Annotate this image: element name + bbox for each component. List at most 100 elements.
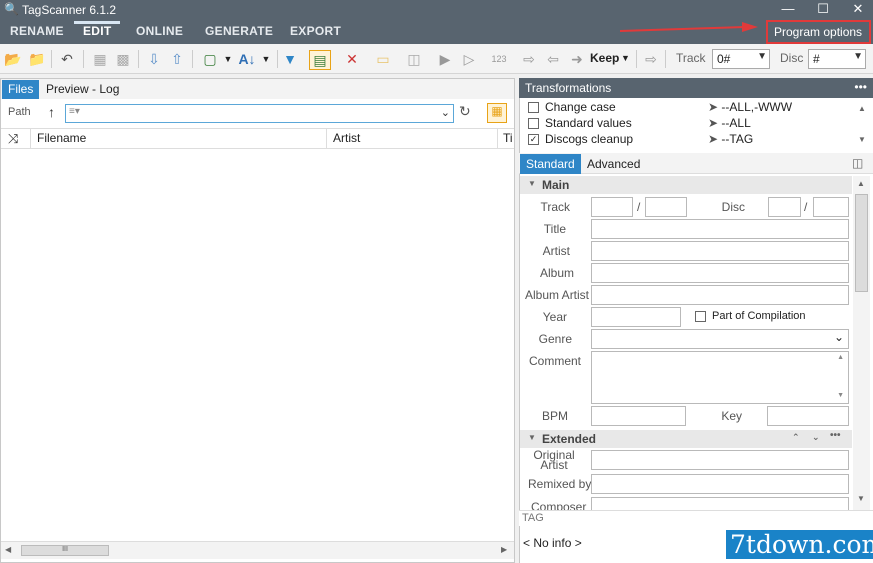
tab-generate[interactable]: GENERATE bbox=[205, 24, 273, 38]
album-input[interactable] bbox=[591, 263, 849, 283]
year-label: Year bbox=[542, 310, 567, 324]
export-icon[interactable]: ⇦ bbox=[544, 50, 562, 68]
file-list-panel bbox=[0, 78, 515, 563]
genre-select[interactable]: ⌄ bbox=[591, 329, 849, 349]
track-input[interactable] bbox=[591, 197, 633, 217]
title-input[interactable] bbox=[591, 219, 849, 239]
play-next-icon[interactable]: ▷ bbox=[460, 50, 478, 68]
comment-input[interactable]: ▲ ▼ bbox=[591, 351, 849, 404]
vertical-scrollbar[interactable]: ▲ ▼ bbox=[853, 176, 870, 510]
select-dropdown-icon[interactable]: ▼ bbox=[219, 50, 237, 68]
album-artist-input[interactable] bbox=[591, 285, 849, 305]
move-up-icon[interactable]: ⇧ bbox=[168, 50, 186, 68]
transformation-item[interactable]: ✓ Discogs cleanup bbox=[528, 132, 633, 148]
image-icon[interactable]: ▤ bbox=[309, 50, 331, 70]
keep-dropdown-icon[interactable]: ▼ bbox=[621, 53, 630, 63]
watermark-text: 7tdown.com bbox=[726, 530, 873, 559]
add-folder-icon[interactable]: 📁 bbox=[28, 50, 46, 68]
minimize-icon[interactable]: — bbox=[773, 1, 803, 16]
tab-advanced[interactable]: Advanced bbox=[581, 154, 646, 174]
window-title: TagScanner 6.1.2 bbox=[22, 3, 117, 17]
tab-edit[interactable]: EDIT bbox=[83, 24, 112, 38]
disc-total-input[interactable] bbox=[813, 197, 849, 217]
layout-icon[interactable]: ◫ bbox=[852, 156, 863, 170]
more-icon[interactable]: ••• bbox=[854, 80, 867, 94]
fill-icon[interactable]: ⇨ bbox=[642, 50, 660, 68]
checkbox[interactable] bbox=[528, 102, 539, 114]
scroll-left-icon[interactable]: ◀ bbox=[5, 545, 11, 554]
play-icon[interactable]: ▶ bbox=[436, 50, 454, 68]
sort-dropdown-icon[interactable]: ▼ bbox=[257, 50, 275, 68]
checkbox[interactable] bbox=[528, 118, 539, 130]
app-icon: 🔍 bbox=[4, 2, 19, 16]
select-icon[interactable]: ▢ bbox=[201, 50, 219, 68]
scroll-down-icon[interactable]: ▼ bbox=[837, 392, 844, 399]
key-input[interactable] bbox=[767, 406, 849, 426]
chevron-down-icon: ▼ bbox=[853, 51, 863, 62]
scroll-down-icon[interactable]: ▼ bbox=[857, 494, 865, 503]
horizontal-scrollbar[interactable]: ◀ III ▶ bbox=[1, 541, 514, 559]
remixed-by-input[interactable] bbox=[591, 474, 849, 494]
refresh-icon[interactable]: ↻ bbox=[459, 103, 471, 120]
transformation-item[interactable]: Standard values bbox=[528, 116, 632, 132]
year-input[interactable] bbox=[591, 307, 681, 327]
scroll-up-icon[interactable]: ▲ bbox=[858, 104, 866, 113]
checkbox-checked[interactable]: ✓ bbox=[528, 134, 539, 146]
maximize-icon[interactable]: ☐ bbox=[808, 1, 838, 17]
split-icon[interactable]: ◫ bbox=[405, 50, 423, 68]
scroll-up-icon[interactable]: ▲ bbox=[837, 354, 844, 361]
compilation-checkbox[interactable]: Part of Compilation bbox=[695, 310, 806, 322]
remove-icon[interactable]: ✕ bbox=[343, 50, 361, 68]
tab-files[interactable]: Files bbox=[2, 80, 40, 99]
scroll-thumb[interactable]: III bbox=[21, 545, 109, 556]
scroll-up-icon[interactable]: ▲ bbox=[857, 179, 865, 188]
tab-standard[interactable]: Standard bbox=[520, 154, 581, 174]
transformation-item[interactable]: Change case bbox=[528, 100, 616, 116]
tab-export[interactable]: EXPORT bbox=[290, 24, 341, 38]
import-icon[interactable]: ⇨ bbox=[520, 50, 538, 68]
title-bar: 🔍 TagScanner 6.1.2 — ☐ ✕ bbox=[0, 0, 873, 20]
tab-preview-log[interactable]: Preview - Log bbox=[40, 80, 125, 99]
path-input[interactable]: ≡▾ ⌄ bbox=[65, 104, 454, 123]
close-icon[interactable]: ✕ bbox=[843, 1, 873, 17]
more-icon[interactable]: ••• bbox=[830, 430, 841, 441]
scroll-right-icon[interactable]: ▶ bbox=[501, 545, 507, 554]
move-down-icon[interactable]: ⇩ bbox=[145, 50, 163, 68]
undo-icon[interactable]: ↶ bbox=[58, 50, 76, 68]
column-artist[interactable]: Artist bbox=[333, 131, 360, 145]
program-options-button[interactable]: Program options bbox=[766, 20, 871, 44]
composer-input[interactable] bbox=[591, 497, 849, 510]
grid-small-icon[interactable]: ▩ bbox=[114, 50, 132, 68]
sort-icon[interactable]: A↓ bbox=[238, 50, 256, 68]
keep-label[interactable]: Keep bbox=[590, 51, 619, 65]
folder-tree-icon[interactable]: ▦ bbox=[487, 103, 507, 123]
tab-rename[interactable]: RENAME bbox=[10, 24, 64, 38]
disc-label: Disc bbox=[780, 51, 804, 65]
section-main[interactable]: ▼ Main bbox=[520, 176, 852, 194]
folder-icon[interactable]: ▭ bbox=[374, 50, 392, 68]
section-extended[interactable]: ▼ Extended ⌃ ⌄ ••• bbox=[520, 430, 852, 448]
move-down-icon[interactable]: ⌄ bbox=[812, 432, 820, 443]
filter-icon[interactable]: ▼ bbox=[281, 50, 299, 68]
tab-online[interactable]: ONLINE bbox=[136, 24, 183, 38]
disc-combo[interactable]: # ▼ bbox=[808, 49, 866, 69]
track-combo[interactable]: 0# ▼ bbox=[712, 49, 770, 69]
scroll-down-icon[interactable]: ▼ bbox=[858, 135, 866, 144]
counter-icon[interactable]: 123 bbox=[490, 50, 508, 68]
move-up-icon[interactable]: ⌃ bbox=[792, 432, 800, 443]
chevron-down-icon[interactable]: ⌄ bbox=[441, 106, 450, 119]
checkbox[interactable] bbox=[695, 310, 706, 322]
keep-icon[interactable]: ➜ bbox=[568, 50, 586, 68]
column-title[interactable]: Ti bbox=[503, 131, 514, 145]
bpm-input[interactable] bbox=[591, 406, 686, 426]
disc-input[interactable] bbox=[768, 197, 801, 217]
up-arrow-icon[interactable]: ↑ bbox=[48, 104, 55, 120]
original-artist-input[interactable] bbox=[591, 450, 849, 470]
column-filename[interactable]: Filename bbox=[37, 131, 86, 145]
artist-input[interactable] bbox=[591, 241, 849, 261]
shuffle-icon[interactable]: ⤨ bbox=[8, 131, 18, 147]
open-folder-icon[interactable]: 📂 bbox=[4, 50, 22, 68]
grid-icon[interactable]: ▦ bbox=[91, 50, 109, 68]
comment-label: Comment bbox=[528, 354, 581, 368]
scroll-thumb[interactable] bbox=[855, 194, 868, 292]
